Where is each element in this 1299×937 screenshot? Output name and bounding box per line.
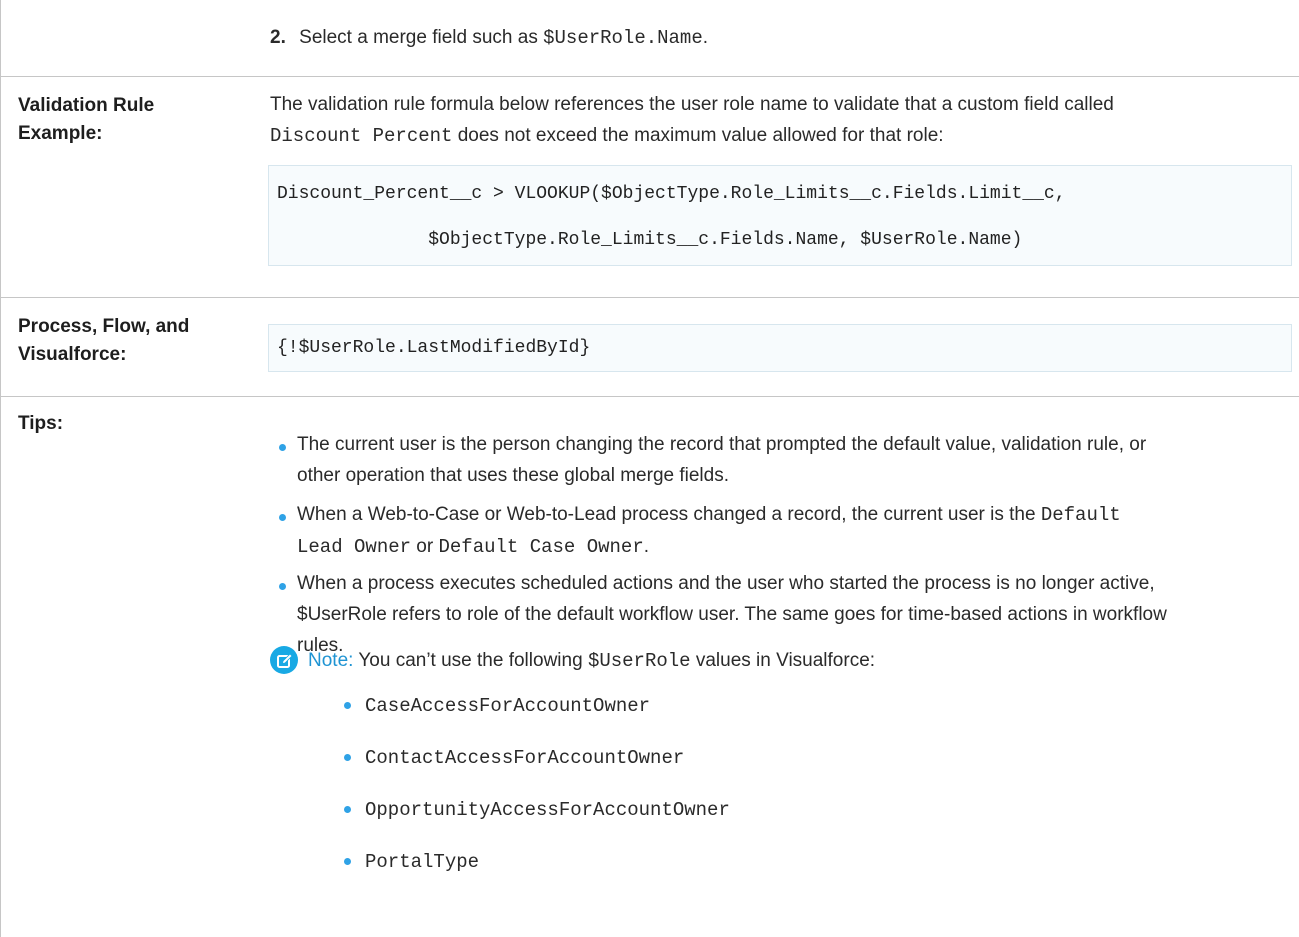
tip-text: When a Web-to-Case or Web-to-Lead proces…: [297, 504, 1041, 525]
tip-item: The current user is the person changing …: [297, 429, 1146, 491]
edit-note-icon: [270, 646, 298, 674]
label-line: Validation Rule: [18, 95, 155, 116]
bullet-dot: [344, 858, 351, 865]
tip-text: or: [411, 536, 439, 557]
tip-code: Lead Owner: [297, 536, 412, 558]
step-code: $UserRole.Name: [543, 27, 703, 49]
note-text: values in Visualforce:: [690, 650, 876, 671]
note-text: You can’t use the following: [353, 650, 588, 671]
tip-text: .: [643, 536, 649, 557]
divider: [0, 396, 1299, 397]
validation-description: The validation rule formula below refere…: [270, 89, 1114, 152]
label-line: Example:: [18, 123, 103, 144]
bullet-dot: [344, 754, 351, 761]
tip-line: When a Web-to-Case or Web-to-Lead proces…: [297, 499, 1121, 531]
process-label: Process, Flow, and Visualforce:: [18, 313, 228, 369]
bullet-dot: [279, 583, 286, 590]
code-line: Discount_Percent__c > VLOOKUP($ObjectTyp…: [277, 184, 1066, 204]
bullet-dot: [344, 702, 351, 709]
tips-label: Tips:: [18, 413, 64, 434]
validation-rule-label: Validation Rule Example:: [18, 92, 228, 148]
note-item: ContactAccessForAccountOwner: [365, 747, 685, 769]
bullet-dot: [279, 514, 286, 521]
note-item: CaseAccessForAccountOwner: [365, 695, 651, 717]
tip-item: When a Web-to-Case or Web-to-Lead proces…: [297, 499, 1121, 563]
note-line: Note: You can’t use the following $UserR…: [308, 645, 875, 677]
validation-code-block: Discount_Percent__c > VLOOKUP($ObjectTyp…: [268, 165, 1292, 266]
code-line: $ObjectType.Role_Limits__c.Fields.Name, …: [277, 230, 1023, 250]
label-line: Process, Flow, and: [18, 316, 190, 337]
tip-code: Default: [1040, 504, 1121, 526]
tip-line: Lead Owner or Default Case Owner.: [297, 531, 1121, 563]
tip-code: Default Case Owner: [438, 536, 644, 558]
desc-rest: does not exceed the maximum value allowe…: [452, 125, 944, 146]
note-item: PortalType: [365, 851, 480, 873]
note-label: Note:: [308, 650, 354, 671]
left-border: [0, 0, 1, 937]
divider: [0, 297, 1299, 298]
note-item: OpportunityAccessForAccountOwner: [365, 799, 730, 821]
process-code-block: {!$UserRole.LastModifiedById}: [268, 324, 1292, 372]
step-end: .: [702, 27, 709, 48]
bullet-dot: [279, 444, 286, 451]
tip-line: other operation that uses these global m…: [297, 465, 729, 486]
desc-code: Discount Percent: [270, 125, 453, 147]
tip-line: $UserRole refers to role of the default …: [297, 604, 1167, 625]
tip-line: When a process executes scheduled action…: [297, 573, 1155, 594]
label-line: Visualforce:: [18, 344, 127, 365]
desc-line: The validation rule formula below refere…: [270, 94, 1114, 115]
note-code: $UserRole: [587, 650, 691, 672]
desc-line: Discount Percent does not exceed the max…: [270, 120, 1114, 152]
code-line: {!$UserRole.LastModifiedById}: [277, 338, 591, 358]
tip-line: The current user is the person changing …: [297, 434, 1147, 455]
step-text: Select a merge field such as: [299, 27, 544, 48]
step-number: 2.: [270, 27, 286, 48]
doc-page: 2. Select a merge field such as $UserRol…: [0, 0, 1299, 937]
bullet-dot: [344, 806, 351, 813]
divider: [0, 76, 1299, 77]
step-line: 2. Select a merge field such as $UserRol…: [270, 22, 708, 54]
